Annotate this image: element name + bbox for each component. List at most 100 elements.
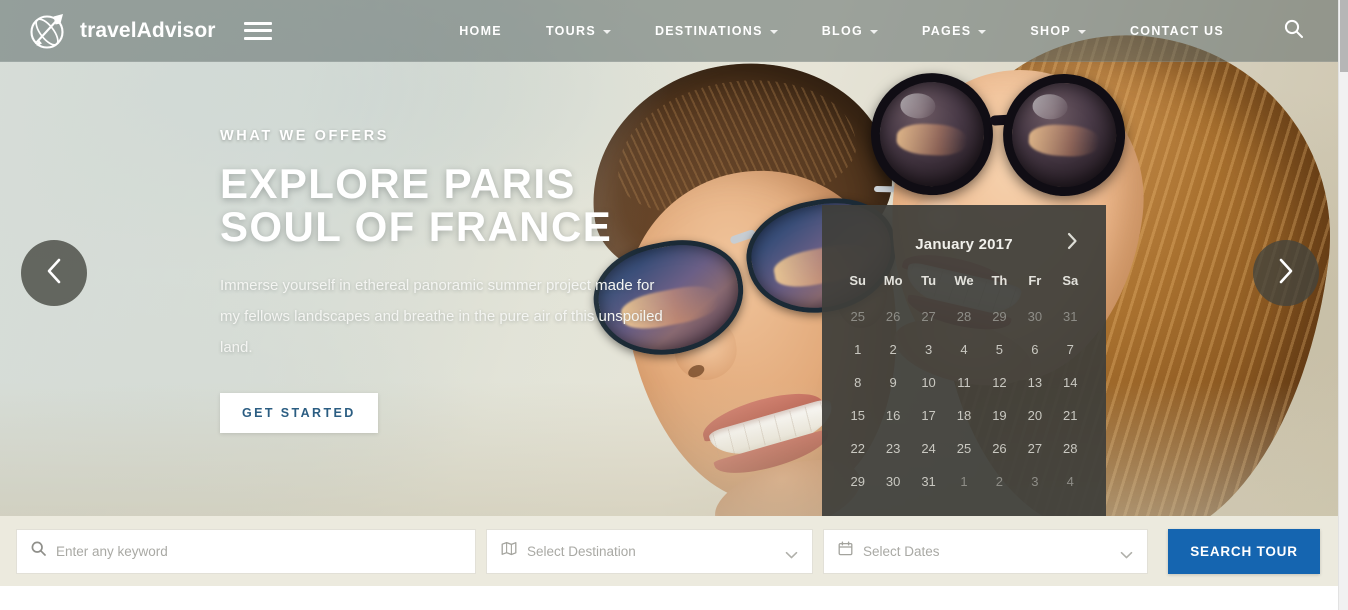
calendar-day[interactable]: 16 bbox=[875, 399, 910, 432]
calendar-day[interactable]: 6 bbox=[1017, 333, 1052, 366]
calendar-header: January 2017 bbox=[840, 221, 1088, 267]
calendar-day[interactable]: 11 bbox=[946, 366, 981, 399]
browser-scrollbar[interactable] bbox=[1338, 0, 1348, 610]
nav-item-pages[interactable]: PAGES bbox=[900, 0, 1008, 62]
calendar-weekday: Th bbox=[991, 273, 1008, 288]
nav-item-destinations[interactable]: DESTINATIONS bbox=[633, 0, 800, 62]
calendar-day[interactable]: 23 bbox=[875, 432, 910, 465]
header-search-button[interactable] bbox=[1274, 0, 1312, 62]
calendar-day-adjacent-month[interactable]: 28 bbox=[946, 300, 981, 333]
search-tour-button[interactable]: SEARCH TOUR bbox=[1168, 528, 1320, 574]
calendar-day-grid[interactable]: 25 26 27 28 29 30 31 1 2 3 4 5 6 7 8 9 10 11 12 13 14 15 16 17 1… bbox=[840, 300, 1088, 498]
hero-description: Immerse yourself in ethereal panoramic s… bbox=[220, 277, 663, 356]
calendar-day[interactable]: 20 bbox=[1017, 399, 1052, 432]
calendar-day[interactable]: 14 bbox=[1053, 366, 1088, 399]
page-bottom-area bbox=[0, 586, 1338, 610]
keyword-field[interactable]: Enter any keyword bbox=[16, 528, 476, 574]
destination-placeholder: Select Destination bbox=[527, 543, 636, 559]
calendar-day[interactable]: 4 bbox=[946, 333, 981, 366]
calendar-day-adjacent-month[interactable]: 29 bbox=[982, 300, 1017, 333]
nav-item-tours[interactable]: TOURS bbox=[524, 0, 633, 62]
dates-select[interactable]: Select Dates bbox=[823, 528, 1148, 574]
chevron-down-icon bbox=[769, 29, 778, 34]
calendar-day[interactable]: 7 bbox=[1053, 333, 1088, 366]
calendar-day[interactable]: 13 bbox=[1017, 366, 1052, 399]
calendar-day[interactable]: 22 bbox=[840, 432, 875, 465]
hamburger-menu-icon[interactable] bbox=[243, 21, 272, 40]
calendar-weekday: Mo bbox=[883, 273, 903, 288]
date-picker-panel[interactable]: January 2017 Su Mo Tu We Th Fr Sa 25 26 27 28 29 30… bbox=[822, 205, 1106, 516]
calendar-day-adjacent-month[interactable]: 4 bbox=[1053, 465, 1088, 498]
calendar-day[interactable]: 19 bbox=[982, 399, 1017, 432]
calendar-day[interactable]: 9 bbox=[875, 366, 910, 399]
search-icon bbox=[31, 541, 46, 561]
calendar-day[interactable]: 28 bbox=[1053, 432, 1088, 465]
calendar-day[interactable]: 15 bbox=[840, 399, 875, 432]
calendar-day[interactable]: 21 bbox=[1053, 399, 1088, 432]
calendar-day[interactable]: 12 bbox=[982, 366, 1017, 399]
destination-select[interactable]: Select Destination bbox=[486, 528, 813, 574]
calendar-day[interactable]: 29 bbox=[840, 465, 875, 498]
calendar-day-adjacent-month[interactable]: 31 bbox=[1053, 300, 1088, 333]
calendar-day[interactable]: 31 bbox=[911, 465, 946, 498]
calendar-day-adjacent-month[interactable]: 3 bbox=[1017, 465, 1052, 498]
tour-search-bar: Enter any keyword Select Destination Sel… bbox=[0, 516, 1338, 586]
calendar-day-adjacent-month[interactable]: 26 bbox=[875, 300, 910, 333]
calendar-day[interactable]: 3 bbox=[911, 333, 946, 366]
nav-item-label: TOURS bbox=[545, 23, 596, 38]
hamburger-bar bbox=[243, 36, 272, 40]
calendar-day[interactable]: 17 bbox=[911, 399, 946, 432]
slider-prev-button[interactable] bbox=[21, 240, 87, 306]
hero-slider: WHAT WE OFFERS EXPLORE PARIS SOUL OF FRA… bbox=[0, 0, 1338, 516]
globe-plane-icon bbox=[26, 9, 70, 53]
scrollbar-thumb[interactable] bbox=[1340, 0, 1348, 72]
calendar-day-adjacent-month[interactable]: 25 bbox=[840, 300, 875, 333]
woman-sunglasses-left-lens bbox=[867, 70, 997, 199]
woman-sunglasses bbox=[867, 64, 1174, 220]
nav-item-shop[interactable]: SHOP bbox=[1008, 0, 1108, 62]
hamburger-bar bbox=[243, 29, 272, 32]
calendar-day[interactable]: 8 bbox=[840, 366, 875, 399]
calendar-weekday: Fr bbox=[1028, 273, 1042, 288]
calendar-day[interactable]: 1 bbox=[840, 333, 875, 366]
calendar-day[interactable]: 18 bbox=[946, 399, 981, 432]
hero-title: EXPLORE PARIS SOUL OF FRANCE bbox=[220, 162, 680, 248]
get-started-button[interactable]: GET STARTED bbox=[220, 393, 378, 433]
chevron-right-icon bbox=[1066, 232, 1078, 255]
site-logo[interactable]: travelAdvisor bbox=[26, 9, 216, 53]
nav-item-home[interactable]: HOME bbox=[437, 0, 524, 62]
nav-item-label: DESTINATIONS bbox=[654, 23, 763, 38]
calendar-day[interactable]: 2 bbox=[875, 333, 910, 366]
search-icon bbox=[1284, 19, 1303, 43]
slider-next-button[interactable] bbox=[1253, 240, 1319, 306]
calendar-next-month-button[interactable] bbox=[1060, 231, 1084, 255]
calendar-day-adjacent-month[interactable]: 30 bbox=[1017, 300, 1052, 333]
calendar-day[interactable]: 10 bbox=[911, 366, 946, 399]
calendar-day[interactable]: 24 bbox=[911, 432, 946, 465]
calendar-day[interactable]: 25 bbox=[946, 432, 981, 465]
hero-copy: WHAT WE OFFERS EXPLORE PARIS SOUL OF FRA… bbox=[220, 128, 680, 433]
calendar-day-adjacent-month[interactable]: 2 bbox=[982, 465, 1017, 498]
hero-eyebrow: WHAT WE OFFERS bbox=[220, 128, 390, 144]
calendar-day[interactable]: 30 bbox=[875, 465, 910, 498]
calendar-day-adjacent-month[interactable]: 27 bbox=[911, 300, 946, 333]
calendar-day[interactable]: 27 bbox=[1017, 432, 1052, 465]
woman-sunglasses-right-lens bbox=[999, 70, 1129, 200]
calendar-day-adjacent-month[interactable]: 1 bbox=[946, 465, 981, 498]
map-icon bbox=[501, 541, 517, 561]
chevron-down-icon bbox=[602, 29, 611, 34]
main-navigation: HOME TOURS DESTINATIONS BLOG PAGES SHOP CONTAC… bbox=[437, 0, 1246, 62]
calendar-weekday-row: Su Mo Tu We Th Fr Sa bbox=[840, 267, 1088, 300]
nav-item-contact-us[interactable]: CONTACT US bbox=[1108, 0, 1246, 62]
nav-item-label: SHOP bbox=[1030, 23, 1071, 38]
chevron-right-icon bbox=[1276, 255, 1296, 292]
nav-item-blog[interactable]: BLOG bbox=[800, 0, 900, 62]
hamburger-bar bbox=[243, 21, 272, 25]
calendar-weekday: Su bbox=[849, 273, 867, 288]
nav-item-label: HOME bbox=[459, 23, 502, 38]
calendar-day[interactable]: 5 bbox=[982, 333, 1017, 366]
calendar-day[interactable]: 26 bbox=[982, 432, 1017, 465]
chevron-down-icon bbox=[978, 29, 987, 34]
chevron-down-icon bbox=[785, 547, 798, 565]
site-logo-text: travelAdvisor bbox=[80, 18, 216, 42]
